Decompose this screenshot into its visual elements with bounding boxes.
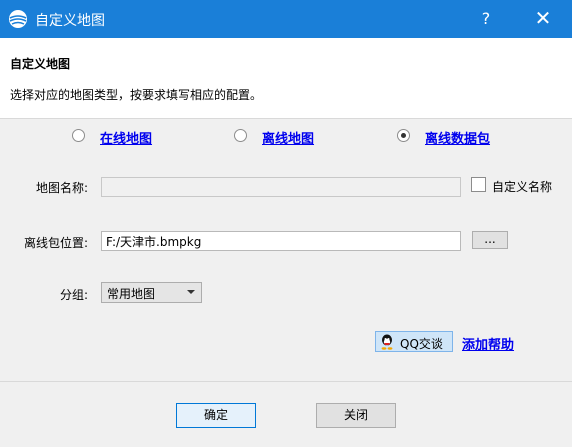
radio-offline-package-circle[interactable] [397,129,410,142]
radio-selected-dot [401,133,406,138]
group-select[interactable]: 常用地图 [101,282,202,303]
package-path-label: 离线包位置: [24,236,89,250]
add-help-link[interactable]: 添加帮助 [462,334,514,353]
title-bar: 自定义地图 ? ✕ [0,0,572,38]
radio-offline-map-label[interactable]: 离线地图 [262,128,314,147]
radio-offline-package-label[interactable]: 离线数据包 [425,128,490,147]
radio-online-map-circle[interactable] [72,129,85,142]
group-selected-value: 常用地图 [107,287,156,301]
header-title: 自定义地图 [10,57,71,71]
chevron-down-icon [187,290,195,294]
close-window-button[interactable]: ✕ [521,0,565,38]
map-name-label: 地图名称: [36,181,89,195]
app-logo-icon [9,10,27,28]
qq-chat-button[interactable]: QQ交谈 [375,331,453,352]
header-description: 选择对应的地图类型，按要求填写相应的配置。 [10,88,263,102]
dialog-header: 自定义地图 选择对应的地图类型，按要求填写相应的配置。 [0,38,572,119]
radio-offline-map-circle[interactable] [234,129,247,142]
ok-button[interactable]: 确定 [176,403,256,428]
close-button[interactable]: 关闭 [316,403,396,428]
help-button[interactable]: ? [466,0,506,38]
custom-name-checkbox[interactable] [471,177,486,192]
map-name-input[interactable] [101,177,461,197]
qq-penguin-icon [381,334,393,350]
dialog-footer: 确定 关闭 [0,381,572,447]
group-label: 分组: [60,288,89,302]
package-path-input[interactable] [101,231,461,251]
custom-name-label: 自定义名称 [492,180,553,194]
qq-chat-label: QQ交谈 [400,337,443,351]
window-title: 自定义地图 [35,13,105,29]
radio-online-map-label[interactable]: 在线地图 [100,128,152,147]
browse-button[interactable]: ... [472,231,508,249]
